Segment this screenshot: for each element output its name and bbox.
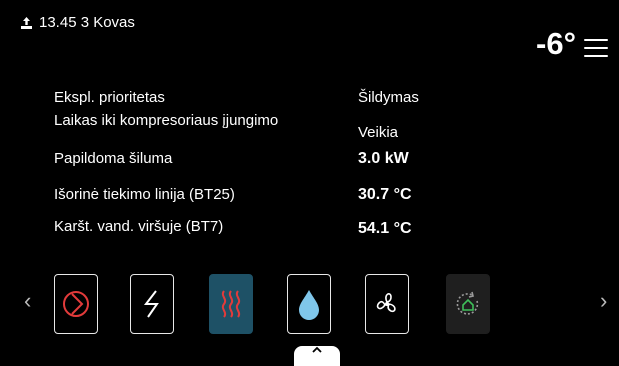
compressor-icon (63, 291, 89, 317)
fan-icon (376, 293, 396, 313)
home-tab[interactable] (294, 346, 340, 366)
electric-heater-tile[interactable] (130, 274, 174, 334)
row-value-compressor-start: Veikia (358, 124, 399, 141)
nav-right-arrow[interactable]: › (600, 288, 607, 314)
heating-tile[interactable] (209, 274, 253, 334)
row-label-additional-heat: Papildoma šiluma (54, 150, 173, 167)
hot-water-icon (299, 290, 319, 320)
nav-left-arrow[interactable]: ‹ (24, 288, 31, 314)
heating-icon (221, 290, 241, 318)
row-value-additional-heat: 3.0 kW (358, 150, 409, 167)
row-label-compressor-start: Laikas iki kompresoriaus įjungimo (54, 112, 279, 129)
smart-home-tile[interactable] (446, 274, 490, 334)
hot-water-tile[interactable] (287, 274, 331, 334)
row-value-supply-line: 30.7 °C (358, 186, 412, 203)
row-label-priority: Ekspl. prioritetas (54, 89, 165, 106)
chevron-up-icon (312, 346, 322, 353)
row-label-hot-water-top: Karšt. vand. viršuje (BT7) (54, 218, 224, 235)
row-label-supply-line: Išorinė tiekimo linija (BT25) (54, 186, 235, 203)
info-panel: Ekspl. prioritetas Šildymas Laikas iki k… (0, 0, 619, 260)
smart-home-icon (456, 291, 479, 315)
compressor-tile[interactable] (54, 274, 98, 334)
electric-heater-icon (143, 290, 159, 318)
row-value-hot-water-top: 54.1 °C (358, 220, 412, 237)
row-value-priority: Šildymas (358, 89, 419, 106)
fan-tile[interactable] (365, 274, 409, 334)
